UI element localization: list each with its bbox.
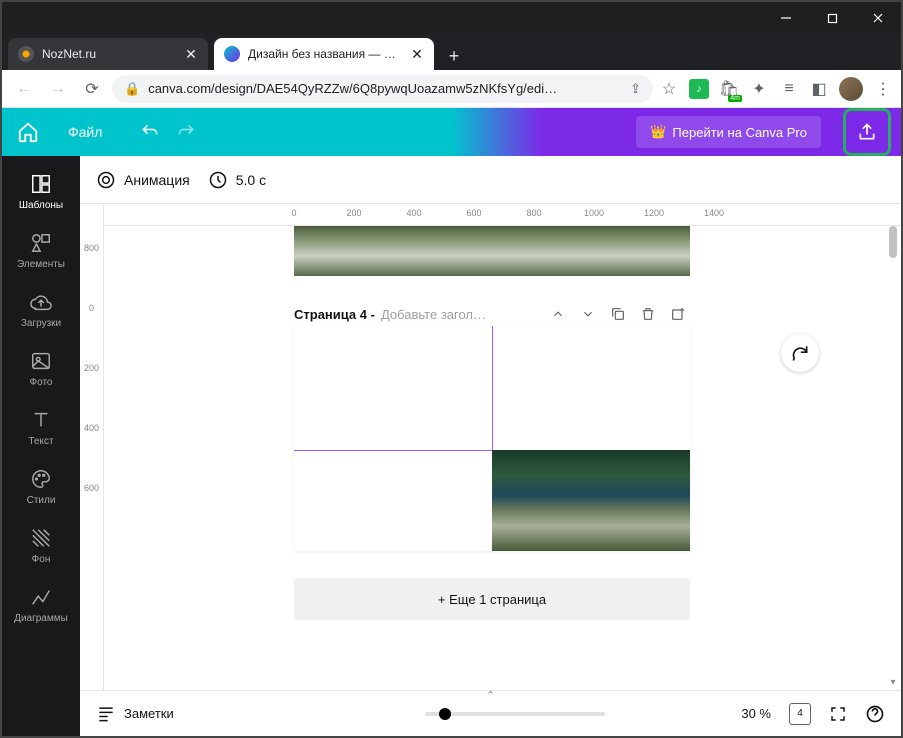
menu-icon[interactable]: ⋮	[873, 79, 893, 99]
expand-footer-icon[interactable]: ⌃	[486, 689, 495, 702]
share-button-highlight	[843, 108, 891, 156]
tab-title: NozNet.ru	[42, 47, 176, 61]
background-icon	[29, 526, 53, 550]
sidebar-item-uploads[interactable]: Загрузки	[2, 280, 80, 339]
close-icon[interactable]: ✕	[184, 47, 198, 61]
duplicate-page-icon[interactable]	[606, 302, 630, 326]
reload-button[interactable]: ⟳	[78, 75, 106, 103]
music-extension-icon[interactable]: ♪	[689, 79, 709, 99]
redo-button[interactable]	[172, 118, 200, 146]
sidebar-icon[interactable]: ◧	[809, 79, 829, 99]
browser-tab[interactable]: NozNet.ru ✕	[8, 38, 208, 70]
notes-button[interactable]: Заметки	[96, 704, 174, 724]
editor-footer: ⌃ Заметки 30 % 4	[80, 690, 901, 736]
sidebar-item-photos[interactable]: Фото	[2, 339, 80, 398]
url-text: canva.com/design/DAE54QyRZZw/6Q8pywqUoaz…	[148, 81, 622, 96]
address-bar[interactable]: 🔒 canva.com/design/DAE54QyRZZw/6Q8pywqUo…	[112, 75, 653, 103]
duration-button[interactable]: 5.0 с	[208, 170, 266, 190]
cloud-upload-icon	[29, 290, 53, 314]
sidebar-item-text[interactable]: Текст	[2, 398, 80, 457]
canvas-image[interactable]	[492, 450, 690, 551]
sidebar-item-templates[interactable]: Шаблоны	[2, 162, 80, 221]
forward-button[interactable]: →	[44, 75, 72, 103]
scrollbar-thumb[interactable]	[889, 226, 897, 258]
photo-icon	[29, 349, 53, 373]
zoom-slider[interactable]	[425, 712, 605, 716]
page-indicator[interactable]: 4	[789, 703, 811, 725]
zoom-slider-thumb[interactable]	[439, 708, 451, 720]
crown-icon: 👑	[650, 124, 666, 140]
vertical-scrollbar[interactable]: ▾	[887, 226, 899, 690]
window-titlebar	[2, 2, 901, 34]
window-close-button[interactable]	[855, 2, 901, 34]
home-button[interactable]	[12, 116, 44, 148]
tab-title: Дизайн без названия — 1332 ×	[248, 47, 402, 61]
browser-tab-active[interactable]: Дизайн без названия — 1332 × ✕	[214, 38, 434, 70]
clock-icon	[208, 170, 228, 190]
browser-urlbar: ← → ⟳ 🔒 canva.com/design/DAE54QyRZZw/6Q8…	[2, 70, 901, 108]
horizontal-ruler: 0 200 400 600 800 1000 1200 1400	[104, 204, 901, 226]
fullscreen-button[interactable]	[829, 705, 847, 723]
page-number-label: Страница 4 -	[294, 307, 375, 322]
sidebar-item-styles[interactable]: Стили	[2, 457, 80, 516]
shopping-extension-icon[interactable]: 🛍4m	[719, 79, 739, 99]
browser-tab-strip: NozNet.ru ✕ Дизайн без названия — 1332 ×…	[2, 34, 901, 70]
close-icon[interactable]: ✕	[410, 47, 424, 61]
vertical-ruler: 800 0 200 400 600	[80, 204, 104, 690]
elements-icon	[29, 231, 53, 255]
canva-header: Файл 👑 Перейти на Canva Pro	[2, 108, 901, 156]
collapse-down-icon[interactable]	[576, 302, 600, 326]
back-button[interactable]: ←	[10, 75, 38, 103]
upgrade-pro-button[interactable]: 👑 Перейти на Canva Pro	[636, 116, 821, 148]
sidebar-item-charts[interactable]: Диаграммы	[2, 575, 80, 634]
scroll-down-icon[interactable]: ▾	[887, 676, 899, 688]
file-menu[interactable]: Файл	[58, 118, 112, 146]
canvas-area[interactable]: Страница 4 - Добавьте загол…	[104, 226, 901, 690]
extensions-icon[interactable]: ✦	[749, 79, 769, 99]
regenerate-button[interactable]	[781, 334, 819, 372]
collapse-up-icon[interactable]	[546, 302, 570, 326]
delete-page-icon[interactable]	[636, 302, 660, 326]
palette-icon	[29, 467, 53, 491]
sidebar-item-elements[interactable]: Элементы	[2, 221, 80, 280]
templates-icon	[29, 172, 53, 196]
text-icon	[29, 408, 53, 432]
page-canvas[interactable]	[294, 326, 690, 551]
page-title-input[interactable]: Добавьте загол…	[381, 307, 540, 322]
animation-icon	[96, 170, 116, 190]
sidebar-item-background[interactable]: Фон	[2, 516, 80, 575]
window-maximize-button[interactable]	[809, 2, 855, 34]
help-button[interactable]	[865, 704, 885, 724]
add-page-icon[interactable]	[666, 302, 690, 326]
lock-icon: 🔒	[124, 81, 140, 97]
profile-avatar[interactable]	[839, 77, 863, 101]
add-page-button[interactable]: + Еще 1 страница	[294, 578, 690, 620]
window-minimize-button[interactable]	[763, 2, 809, 34]
left-sidebar: Шаблоны Элементы Загрузки Фото Текст Сти…	[2, 156, 80, 736]
previous-page-fragment[interactable]	[294, 226, 690, 276]
page-header: Страница 4 - Добавьте загол…	[294, 302, 690, 326]
chart-icon	[29, 585, 53, 609]
undo-button[interactable]	[136, 118, 164, 146]
canva-icon	[224, 46, 240, 62]
zoom-value[interactable]: 30 %	[741, 706, 771, 721]
share-url-icon[interactable]: ⇪	[630, 81, 641, 97]
new-tab-button[interactable]: +	[440, 42, 468, 70]
share-button[interactable]	[849, 114, 885, 150]
star-icon[interactable]: ☆	[659, 79, 679, 99]
animation-button[interactable]: Анимация	[96, 170, 190, 190]
wrench-icon	[18, 46, 34, 62]
notes-icon	[96, 704, 116, 724]
editor-toolbar: Анимация 5.0 с	[80, 156, 901, 204]
reading-list-icon[interactable]: ≡	[779, 79, 799, 99]
